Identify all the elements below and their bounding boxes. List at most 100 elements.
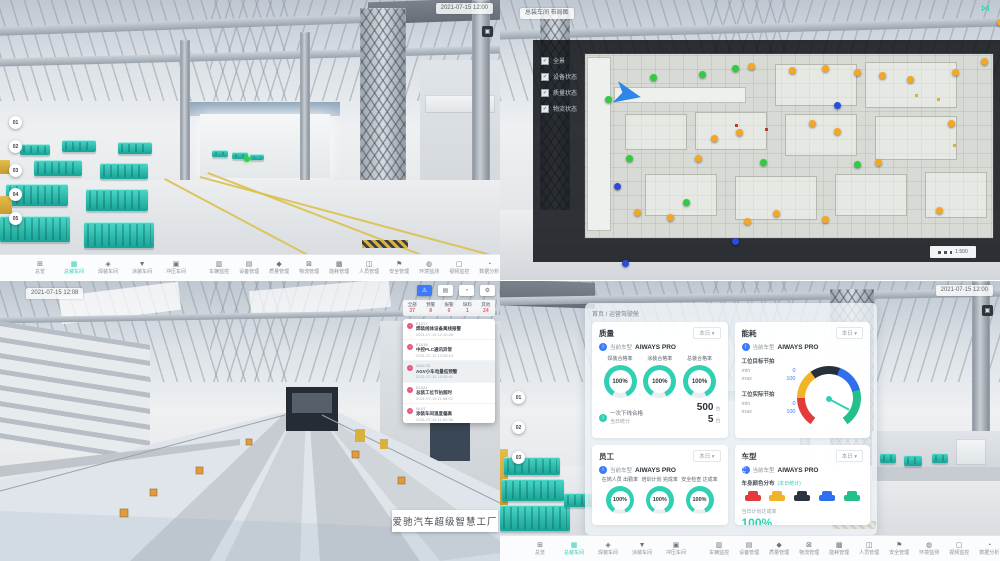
car-color-icon[interactable]	[819, 495, 835, 501]
period-select[interactable]: 本日 ▾	[693, 327, 720, 339]
alarm-category[interactable]: 缺料 1	[458, 300, 476, 316]
status-dot[interactable]	[854, 161, 861, 168]
toolbar-item[interactable]: ▣ 冲压车间	[666, 542, 686, 556]
car-color-icon[interactable]	[745, 495, 761, 501]
toolbar-item[interactable]: ◈ 焊装车间	[98, 261, 118, 275]
toolbar-item[interactable]: ⊞ 总览	[30, 261, 50, 275]
expand-button[interactable]: ▣	[482, 26, 493, 37]
alarm-item[interactable]: ! E1018 中控PLC通讯异常 2021-07-15 12:08:13	[403, 340, 495, 361]
alarm-scrollbar[interactable]	[497, 291, 499, 317]
toolbar-item[interactable]: ◔ 数据分析	[479, 261, 499, 275]
factory-map[interactable]	[585, 54, 993, 238]
status-dot[interactable]	[732, 238, 739, 245]
alarm-tab-button[interactable]: ⚙	[480, 285, 495, 296]
station-marker[interactable]: 02	[9, 140, 22, 153]
toolbar-item[interactable]: ⊞ 总览	[530, 542, 550, 556]
status-dot[interactable]	[699, 71, 706, 78]
checkbox-icon[interactable]	[541, 73, 549, 81]
toolbar-item[interactable]: ▢ 视频监控	[449, 261, 469, 275]
station-marker[interactable]: 02	[512, 421, 525, 434]
status-dot[interactable]	[626, 155, 633, 162]
station-marker[interactable]: 01	[9, 116, 22, 129]
car-color-icon[interactable]	[769, 495, 785, 501]
status-dot[interactable]	[789, 67, 796, 74]
alarm-category[interactable]: 报警 0	[440, 300, 458, 316]
status-dot[interactable]	[622, 260, 629, 267]
status-dot[interactable]	[875, 159, 882, 166]
station-marker[interactable]: 04	[9, 188, 22, 201]
layer-toggle[interactable]: 设备状态	[541, 72, 577, 81]
alarm-tab-button[interactable]: ⚠	[417, 285, 432, 296]
car-color-icon[interactable]	[844, 495, 860, 501]
layer-toggle[interactable]: 全景	[541, 56, 577, 65]
status-dot[interactable]	[834, 128, 841, 135]
toolbar-item[interactable]: ◈ 焊装车间	[598, 542, 618, 556]
toolbar-item[interactable]: ▢ 视频监控	[949, 542, 969, 556]
agv-arrow-icon[interactable]	[613, 81, 644, 109]
station-marker[interactable]: 03	[9, 164, 22, 177]
status-dot[interactable]	[834, 102, 841, 109]
station-marker[interactable]: 05	[9, 212, 22, 225]
toolbar-item[interactable]: ◔ 数据分析	[979, 542, 999, 556]
toolbar-item[interactable]: ◍ 环境监测	[419, 261, 439, 275]
status-dot[interactable]	[936, 207, 943, 214]
toolbar-item[interactable]: ◫ 人员管理	[859, 542, 879, 556]
toolbar-item[interactable]: ◆ 质量管理	[769, 542, 789, 556]
layer-toggle[interactable]: 质量状态	[541, 88, 577, 97]
alarm-item[interactable]: ! AGV-03 AGV小车电量低预警 2021-07-15 12:05:41	[403, 361, 495, 382]
status-dot[interactable]	[748, 63, 755, 70]
toolbar-item[interactable]: ◍ 环境监测	[919, 542, 939, 556]
toolbar-item[interactable]: ▥ 车辆监控	[209, 261, 229, 275]
toolbar-item[interactable]: ▩ 能耗管理	[829, 542, 849, 556]
toolbar-item[interactable]: ◫ 人员管理	[359, 261, 379, 275]
toolbar-item[interactable]: ◆ 质量管理	[269, 261, 289, 275]
alarm-category[interactable]: 全部 37	[403, 300, 421, 316]
alarm-tab-button[interactable]: ◔	[459, 285, 474, 296]
toolbar-item[interactable]: ▩ 能耗管理	[329, 261, 349, 275]
status-dot[interactable]	[760, 159, 767, 166]
status-dot[interactable]	[650, 74, 657, 81]
expand-button[interactable]: ▣	[982, 305, 993, 316]
status-dot[interactable]	[732, 65, 739, 72]
checkbox-icon[interactable]	[541, 89, 549, 97]
toolbar-item[interactable]: ▥ 车辆监控	[709, 542, 729, 556]
layer-toggle[interactable]: 物流状态	[541, 104, 577, 113]
status-dot[interactable]	[634, 209, 641, 216]
toolbar-item[interactable]: ⊠ 物流管理	[799, 542, 819, 556]
toolbar-item[interactable]: ▤ 设备管理	[739, 542, 759, 556]
toolbar-item[interactable]: ⊠ 物流管理	[299, 261, 319, 275]
toolbar-item[interactable]: ▦ 总装车间	[564, 542, 584, 556]
alarm-item[interactable]: ! E1021 总装工位节拍超时 2021-07-15 11:58:02	[403, 383, 495, 404]
alarm-tab-button[interactable]: ▤	[438, 285, 453, 296]
toolbar-item[interactable]: ▣ 冲压车间	[166, 261, 186, 275]
status-dot[interactable]	[695, 155, 702, 162]
alarm-item[interactable]: ! W-07 涂装车间温度偏高 2021-07-15 11:52:36	[403, 404, 495, 423]
status-dot[interactable]	[605, 96, 612, 103]
status-dot[interactable]	[667, 214, 674, 221]
period-select[interactable]: 本日 ▾	[836, 450, 863, 462]
status-dot[interactable]	[744, 218, 751, 225]
car-color-icon[interactable]	[794, 495, 810, 501]
station-marker[interactable]: 01	[512, 391, 525, 404]
toolbar-item[interactable]: ⚑ 安全管理	[889, 542, 909, 556]
alarm-category[interactable]: 其他 24	[477, 300, 495, 316]
station-marker[interactable]: 03	[512, 451, 525, 464]
status-dot[interactable]	[854, 69, 861, 76]
toolbar-item[interactable]: ▼ 涂装车间	[632, 542, 652, 556]
status-dot[interactable]	[822, 216, 829, 223]
alarm-item[interactable]: ! E1017 焊装线体设备离线报警 2021-07-15 12:10:25	[403, 319, 495, 340]
checkbox-icon[interactable]	[541, 57, 549, 65]
status-dot[interactable]	[952, 69, 959, 76]
checkbox-icon[interactable]	[541, 105, 549, 113]
period-select[interactable]: 本日 ▾	[836, 327, 863, 339]
alarm-category[interactable]: 预警 8	[421, 300, 439, 316]
period-select[interactable]: 本日 ▾	[693, 450, 720, 462]
toolbar-item[interactable]: ⚑ 安全管理	[389, 261, 409, 275]
status-dot[interactable]	[614, 183, 621, 190]
category-count: 1	[466, 309, 469, 314]
status-dot[interactable]	[822, 65, 829, 72]
toolbar-item[interactable]: ▼ 涂装车间	[132, 261, 152, 275]
toolbar-item[interactable]: ▤ 设备管理	[239, 261, 259, 275]
toolbar-item[interactable]: ▦ 总装车间	[64, 261, 84, 275]
status-dot[interactable]	[981, 58, 988, 65]
